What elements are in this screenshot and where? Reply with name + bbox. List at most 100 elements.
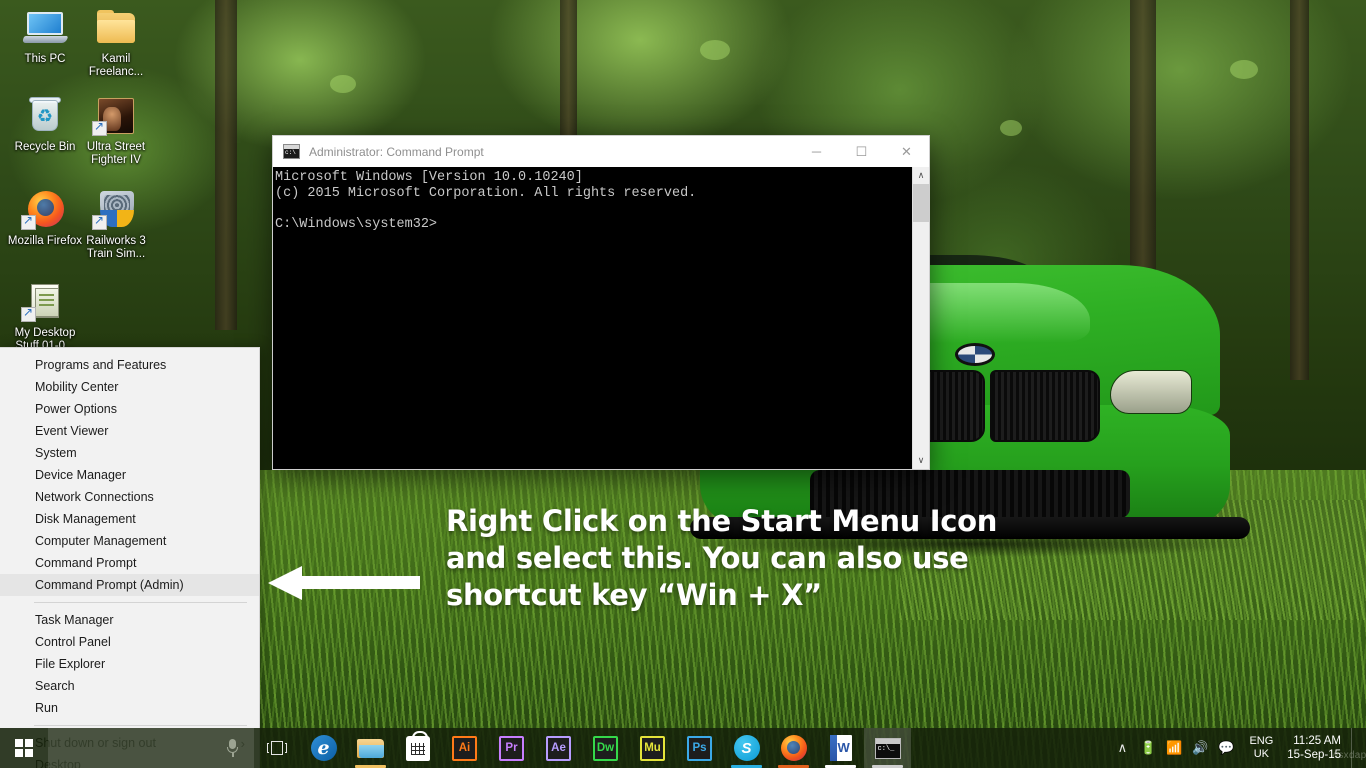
taskbar-app-premiere-pro[interactable]: Pr — [488, 728, 535, 768]
muse-icon: Mu — [640, 736, 665, 761]
menu-item-disk-management[interactable]: Disk Management — [0, 508, 259, 530]
menu-item-label: Search — [35, 679, 75, 693]
annotation-text: Right Click on the Start Menu Icon and s… — [446, 503, 1006, 614]
language-line-1: ENG — [1249, 735, 1273, 748]
console-scrollbar[interactable]: ∧ ∨ — [912, 167, 929, 469]
task-view-button[interactable] — [254, 728, 300, 768]
menu-item-label: Computer Management — [35, 534, 166, 548]
scrollbar-thumb[interactable] — [913, 184, 930, 222]
taskbar-app-skype[interactable]: S — [723, 728, 770, 768]
menu-item-label: Control Panel — [35, 635, 111, 649]
this-pc-icon — [21, 6, 69, 50]
game-shortcut-icon — [92, 94, 140, 138]
menu-item-label: Disk Management — [35, 512, 136, 526]
skype-icon: S — [734, 735, 760, 761]
menu-item-device-manager[interactable]: Device Manager — [0, 464, 259, 486]
menu-item-programs-and-features[interactable]: Programs and Features — [0, 354, 259, 376]
menu-item-label: File Explorer — [35, 657, 105, 671]
taskbar-app-store[interactable] — [394, 728, 441, 768]
after-effects-icon: Ae — [546, 736, 571, 761]
search-input[interactable] — [48, 728, 254, 768]
menu-item-label: Task Manager — [35, 613, 114, 627]
action-center-icon[interactable]: 💬 — [1213, 728, 1239, 768]
menu-item-label: Event Viewer — [35, 424, 108, 438]
taskbar-app-photoshop[interactable]: Ps — [676, 728, 723, 768]
firefox-icon — [21, 188, 69, 232]
taskbar-app-firefox[interactable] — [770, 728, 817, 768]
tree-trunk — [1290, 0, 1309, 380]
menu-item-command-prompt[interactable]: Command Prompt — [0, 552, 259, 574]
desktop-icon-railworks-3[interactable]: Railworks 3 Train Sim... — [73, 188, 159, 261]
menu-item-mobility-center[interactable]: Mobility Center — [0, 376, 259, 398]
desktop-icon-my-desktop-stuff[interactable]: My Desktop Stuff 01-0... — [2, 280, 88, 353]
railworks-icon — [92, 188, 140, 232]
taskbar-app-file-explorer[interactable] — [347, 728, 394, 768]
menu-item-computer-management[interactable]: Computer Management — [0, 530, 259, 552]
store-icon — [406, 736, 430, 761]
taskbar-app-illustrator[interactable]: Ai — [441, 728, 488, 768]
desktop-icon-kamil-freelance[interactable]: Kamil Freelanc... — [73, 6, 159, 79]
menu-item-label: Programs and Features — [35, 358, 166, 372]
scroll-up-icon[interactable]: ∧ — [913, 167, 930, 184]
scroll-down-icon[interactable]: ∨ — [913, 452, 930, 469]
menu-item-label: Network Connections — [35, 490, 154, 504]
tree-trunk — [215, 0, 237, 330]
window-title: Administrator: Command Prompt — [309, 145, 794, 159]
wifi-icon[interactable]: 📶 — [1161, 728, 1187, 768]
menu-item-event-viewer[interactable]: Event Viewer — [0, 420, 259, 442]
taskbar-app-after-effects[interactable]: Ae — [535, 728, 582, 768]
menu-item-control-panel[interactable]: Control Panel — [0, 631, 259, 653]
console-icon — [875, 738, 901, 759]
task-view-icon — [267, 741, 287, 755]
desktop-icon-ultra-street-fighter-iv[interactable]: Ultra Street Fighter IV — [73, 94, 159, 167]
folder-icon — [92, 6, 140, 50]
language-line-2: UK — [1249, 748, 1273, 761]
start-button[interactable] — [0, 728, 48, 768]
menu-item-label: Command Prompt — [35, 556, 136, 570]
menu-item-command-prompt-admin[interactable]: Command Prompt (Admin) — [0, 574, 259, 596]
console-output: Microsoft Windows [Version 10.0.10240] (… — [273, 167, 912, 469]
premiere-icon: Pr — [499, 736, 524, 761]
winx-power-user-menu[interactable]: Programs and Features Mobility Center Po… — [0, 347, 260, 768]
window-titlebar[interactable]: Administrator: Command Prompt ─ ☐ ✕ — [272, 135, 930, 167]
close-button[interactable]: ✕ — [884, 136, 929, 167]
menu-item-search[interactable]: Search — [0, 675, 259, 697]
show-hidden-icons-button[interactable]: ∧ — [1109, 728, 1135, 768]
battery-icon[interactable]: 🔋 — [1135, 728, 1161, 768]
command-prompt-window[interactable]: Administrator: Command Prompt ─ ☐ ✕ Micr… — [272, 135, 930, 470]
menu-item-task-manager[interactable]: Task Manager — [0, 609, 259, 631]
annotation-left-arrow-icon — [268, 566, 420, 600]
menu-item-file-explorer[interactable]: File Explorer — [0, 653, 259, 675]
menu-item-run[interactable]: Run — [0, 697, 259, 719]
leaf-speck — [700, 40, 730, 60]
minimize-button[interactable]: ─ — [794, 136, 839, 167]
dreamweaver-icon: Dw — [593, 736, 618, 761]
leaf-speck — [330, 75, 356, 93]
console-body[interactable]: Microsoft Windows [Version 10.0.10240] (… — [272, 167, 930, 470]
menu-item-system[interactable]: System — [0, 442, 259, 464]
taskbar-app-edge[interactable]: e — [300, 728, 347, 768]
taskbar-app-word[interactable] — [817, 728, 864, 768]
menu-item-label: Run — [35, 701, 58, 715]
desktop-icon-label: Railworks 3 Train Sim... — [73, 235, 159, 261]
taskbar[interactable]: e Ai Pr Ae Dw Mu Ps S ∧ 🔋 📶 — [0, 728, 1366, 768]
menu-item-label: Device Manager — [35, 468, 126, 482]
volume-icon[interactable]: 🔊 — [1187, 728, 1213, 768]
taskbar-app-command-prompt[interactable] — [864, 728, 911, 768]
word-icon — [830, 735, 852, 761]
clock[interactable]: 11:25 AM 15-Sep-15 wsxdapp.com — [1283, 734, 1351, 762]
leaf-speck — [1230, 60, 1258, 79]
scrollbar-track[interactable] — [913, 184, 930, 452]
menu-item-network-connections[interactable]: Network Connections — [0, 486, 259, 508]
menu-item-power-options[interactable]: Power Options — [0, 398, 259, 420]
taskbar-app-muse[interactable]: Mu — [629, 728, 676, 768]
taskbar-app-dreamweaver[interactable]: Dw — [582, 728, 629, 768]
system-tray[interactable]: ∧ 🔋 📶 🔊 💬 ENG UK 11:25 AM 15-Sep-15 wsxd… — [1109, 728, 1366, 768]
menu-separator — [34, 725, 247, 726]
maximize-button[interactable]: ☐ — [839, 136, 884, 167]
microphone-icon[interactable] — [227, 739, 238, 757]
menu-item-label: Mobility Center — [35, 380, 118, 394]
illustrator-icon: Ai — [452, 736, 477, 761]
firefox-icon — [781, 735, 807, 761]
desktop-icon-label: Ultra Street Fighter IV — [73, 141, 159, 167]
